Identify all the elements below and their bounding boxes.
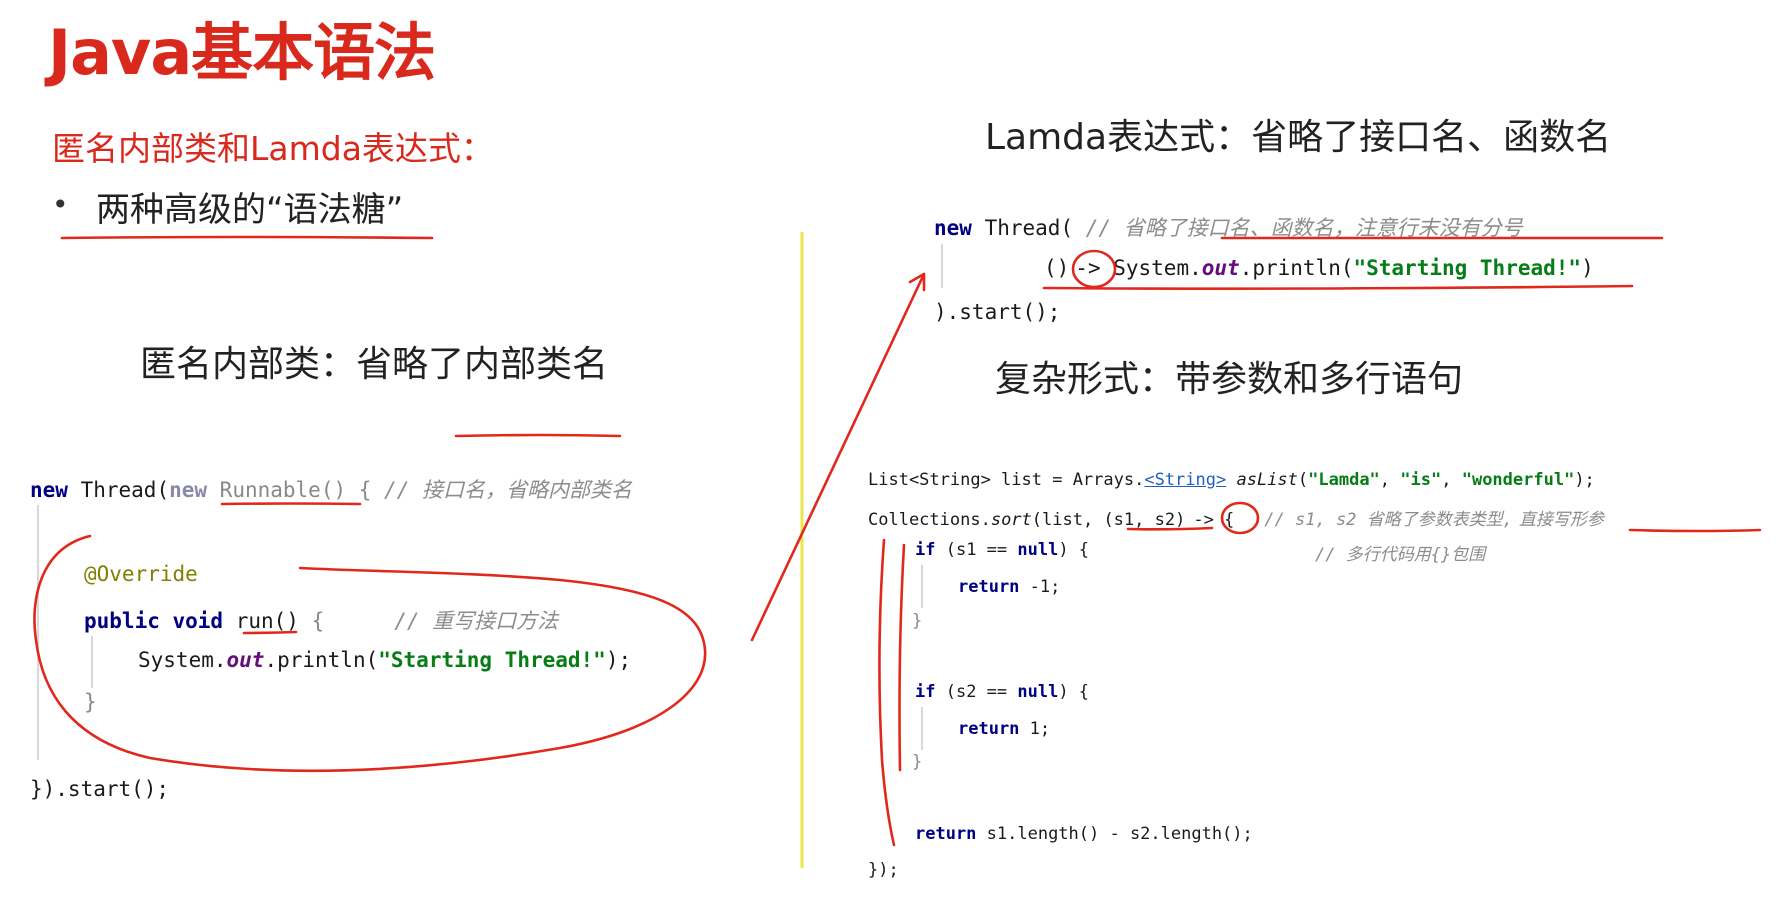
underline-mark [1628,528,1762,533]
circle-mark [33,534,707,773]
circle-mark [1071,249,1117,289]
underline-mark [1126,526,1214,531]
annotation-overlay [33,232,1762,868]
circle-mark [1220,501,1260,535]
bracket-mark [878,538,896,847]
underline-mark [1042,284,1634,290]
underline-mark [220,502,362,506]
bracket-mark [898,543,906,772]
underline-mark [60,235,434,240]
arrow-mark [750,272,926,642]
underline-mark [242,630,298,635]
underline-mark [454,433,622,438]
